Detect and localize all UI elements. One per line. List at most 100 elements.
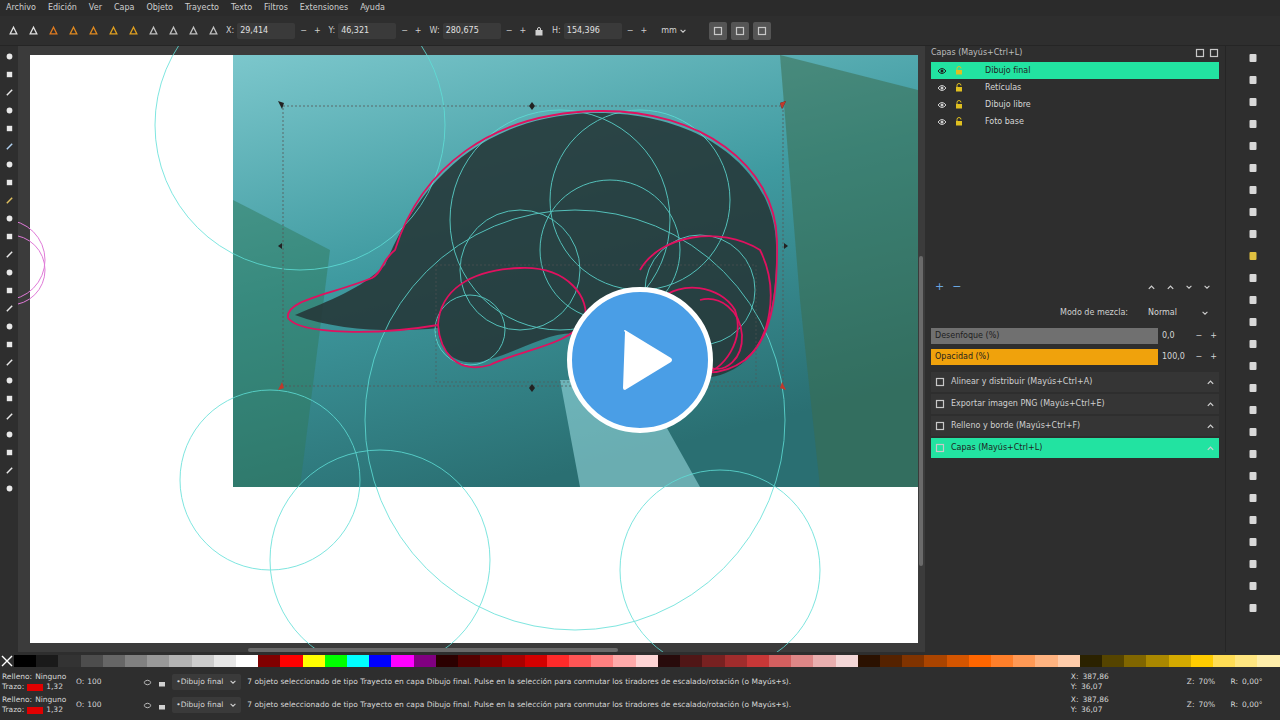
layer-name[interactable]: Dibujo libre — [985, 99, 1031, 111]
lock-icon[interactable] — [955, 117, 963, 126]
close-icon[interactable] — [1209, 48, 1219, 58]
command-icon[interactable] — [1247, 536, 1259, 548]
layer-dropdown[interactable]: •Dibujo final — [172, 674, 241, 690]
command-icon[interactable] — [1247, 580, 1259, 592]
snap-toggle-icon[interactable] — [709, 22, 727, 40]
palette-swatch[interactable] — [1124, 655, 1146, 667]
palette-swatch[interactable] — [458, 655, 480, 667]
palette-swatch[interactable] — [325, 655, 347, 667]
tool-icon[interactable] — [3, 284, 15, 296]
transform-icon[interactable] — [66, 24, 80, 38]
command-icon[interactable] — [1247, 118, 1259, 130]
command-icon[interactable] — [1247, 184, 1259, 196]
blur-value[interactable]: 0,0 — [1162, 330, 1190, 342]
palette-swatch[interactable] — [769, 655, 791, 667]
tool-icon[interactable] — [3, 482, 15, 494]
blur-slider[interactable]: Desenfoque (%) — [931, 328, 1158, 344]
layer-name[interactable]: Retículas — [985, 82, 1021, 94]
palette-swatch[interactable] — [725, 655, 747, 667]
command-icon[interactable] — [1247, 360, 1259, 372]
opacity-field[interactable]: O:100 — [76, 700, 117, 710]
tool-icon[interactable] — [3, 122, 15, 134]
menu-item[interactable]: Edición — [48, 2, 77, 14]
tool-icon[interactable] — [3, 230, 15, 242]
visibility-eye-icon[interactable] — [937, 84, 947, 92]
palette-swatch[interactable] — [192, 655, 214, 667]
tool-icon[interactable] — [3, 374, 15, 386]
transform-icon[interactable] — [166, 24, 180, 38]
tool-icon[interactable] — [3, 302, 15, 314]
command-icon[interactable] — [1247, 74, 1259, 86]
play-button[interactable] — [567, 287, 713, 433]
palette-swatch[interactable] — [391, 655, 413, 667]
palette-swatch[interactable] — [880, 655, 902, 667]
palette-swatch[interactable] — [1013, 655, 1035, 667]
tool-icon[interactable] — [3, 104, 15, 116]
command-icon[interactable] — [1247, 250, 1259, 262]
opacity-value[interactable]: 100,0 — [1162, 351, 1190, 363]
lock-ratio-icon[interactable] — [534, 26, 546, 36]
palette-swatch[interactable] — [1257, 655, 1279, 667]
palette-swatch[interactable] — [214, 655, 236, 667]
palette-swatch[interactable] — [36, 655, 58, 667]
command-icon[interactable] — [1247, 602, 1259, 614]
visibility-eye-icon[interactable] — [937, 118, 947, 126]
layer-row[interactable]: Dibujo final — [931, 62, 1219, 79]
layer-lock-icon[interactable] — [158, 701, 166, 710]
transform-icon[interactable] — [6, 24, 20, 38]
rotation-field[interactable]: R:0,00° — [1230, 677, 1278, 687]
field-input[interactable]: 154,396 — [564, 23, 622, 39]
collapse-chevron-icon[interactable] — [1206, 444, 1215, 453]
palette-swatch[interactable] — [658, 655, 680, 667]
palette-swatch[interactable] — [125, 655, 147, 667]
palette-swatch[interactable] — [1235, 655, 1257, 667]
palette-swatch[interactable] — [969, 655, 991, 667]
transform-icon[interactable] — [46, 24, 60, 38]
move-layer-icon[interactable] — [1185, 283, 1193, 292]
palette-swatch[interactable] — [1102, 655, 1124, 667]
palette-swatch[interactable] — [947, 655, 969, 667]
palette-swatch[interactable] — [680, 655, 702, 667]
command-icon[interactable] — [1247, 470, 1259, 482]
dock-label[interactable]: Exportar imagen PNG (Mayús+Ctrl+E) — [951, 398, 1105, 410]
palette-swatch[interactable] — [14, 655, 36, 667]
palette-swatch[interactable] — [902, 655, 924, 667]
palette-swatch[interactable] — [303, 655, 325, 667]
tool-icon[interactable] — [3, 446, 15, 458]
blend-dropdown[interactable]: Normal — [1148, 307, 1209, 319]
lock-icon[interactable] — [955, 83, 963, 92]
tool-icon[interactable] — [3, 50, 15, 62]
tool-icon[interactable] — [3, 194, 15, 206]
palette-swatch[interactable] — [1035, 655, 1057, 667]
dock-label[interactable]: Capas (Mayús+Ctrl+L) — [951, 442, 1042, 454]
palette-swatch[interactable] — [836, 655, 858, 667]
style-indicator[interactable]: Relleno:NingunoTrazo:1,32 — [2, 672, 70, 692]
menu-item[interactable]: Filtros — [264, 2, 288, 14]
dock-tab[interactable]: Exportar imagen PNG (Mayús+Ctrl+E) — [931, 394, 1219, 414]
command-icon[interactable] — [1247, 404, 1259, 416]
snap-toggle-icon[interactable] — [731, 22, 749, 40]
palette-swatch[interactable] — [347, 655, 369, 667]
palette-swatch[interactable] — [1146, 655, 1168, 667]
collapse-chevron-icon[interactable] — [1206, 378, 1215, 387]
tool-icon[interactable] — [3, 464, 15, 476]
transform-icon[interactable] — [146, 24, 160, 38]
field-input[interactable]: 29,414 — [237, 23, 295, 39]
palette-swatch[interactable] — [414, 655, 436, 667]
decrement-button[interactable]: − — [625, 25, 636, 37]
palette-swatch[interactable] — [58, 655, 80, 667]
decrement-button[interactable]: − — [1194, 330, 1205, 342]
palette-swatch[interactable] — [991, 655, 1013, 667]
menu-item[interactable]: Capa — [114, 2, 134, 14]
transform-icon[interactable] — [126, 24, 140, 38]
command-icon[interactable] — [1247, 448, 1259, 460]
command-icon[interactable] — [1247, 316, 1259, 328]
tool-icon[interactable] — [3, 140, 15, 152]
layer-name[interactable]: Dibujo final — [985, 65, 1030, 77]
tool-icon[interactable] — [3, 266, 15, 278]
unit-dropdown[interactable]: mm — [661, 25, 687, 37]
palette-swatch[interactable] — [236, 655, 258, 667]
collapse-chevron-icon[interactable] — [1206, 422, 1215, 431]
layer-name[interactable]: Foto base — [985, 116, 1024, 128]
command-icon[interactable] — [1247, 558, 1259, 570]
